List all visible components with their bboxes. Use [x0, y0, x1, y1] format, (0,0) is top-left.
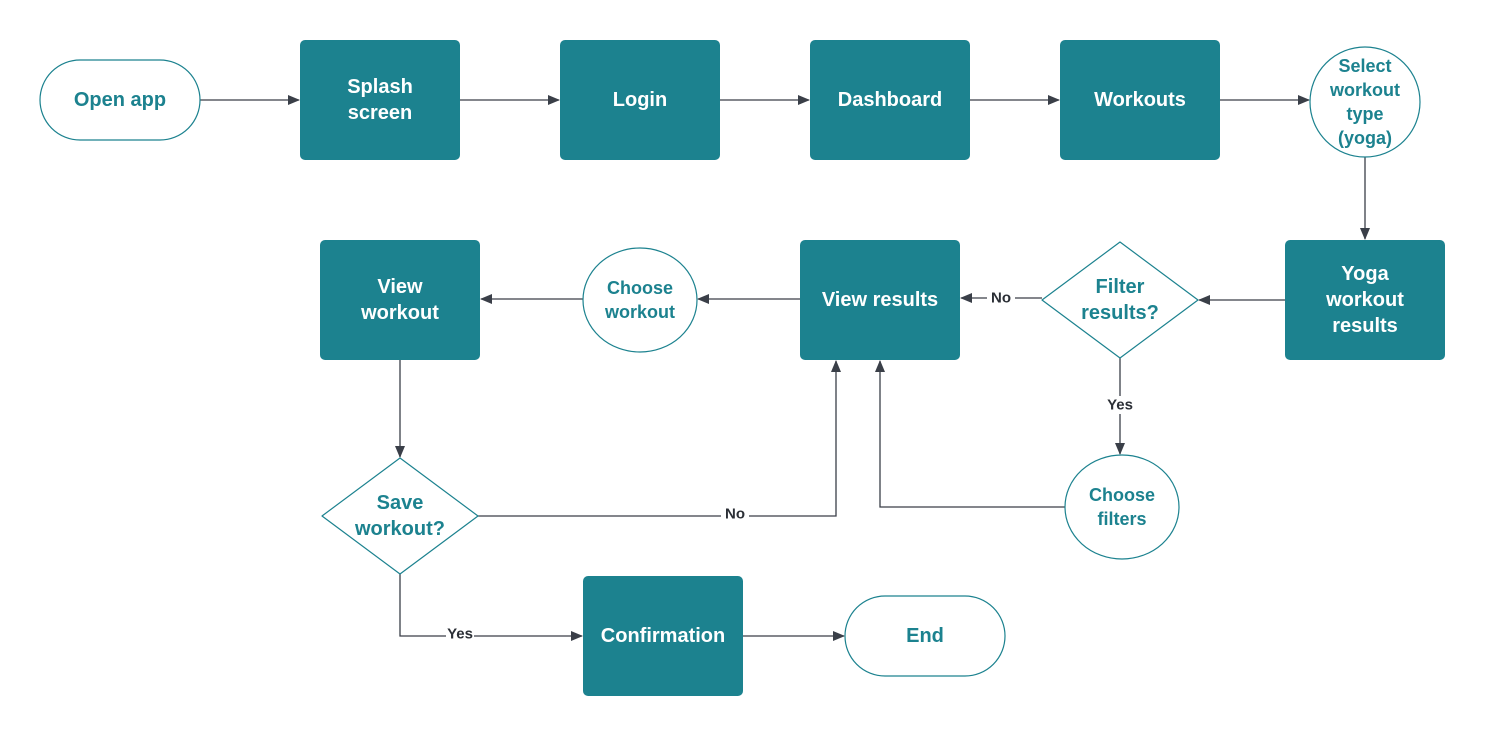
node-label: Login — [613, 89, 667, 111]
node-label: Choose — [607, 278, 673, 298]
connector-save-decision-to-view-results — [478, 360, 841, 517]
node-filter-decision[interactable]: Filter results? — [1041, 241, 1199, 359]
circle-shape — [1064, 454, 1180, 560]
decision-diamond — [1041, 241, 1199, 359]
node-open-app[interactable]: Open app — [39, 59, 201, 141]
node-label: Confirmation — [601, 625, 725, 647]
node-label: screen — [348, 102, 413, 124]
circle-shape — [582, 247, 698, 353]
process-box — [300, 40, 460, 160]
node-label: workout? — [354, 518, 445, 540]
node-label: workout — [360, 302, 439, 324]
node-save-decision[interactable]: Save workout? — [321, 457, 479, 575]
node-label: View results — [822, 289, 938, 311]
node-label: End — [906, 625, 944, 647]
node-label: results — [1332, 315, 1398, 337]
node-label: Splash — [347, 76, 413, 98]
node-label: filters — [1097, 509, 1146, 529]
node-label: workout — [1329, 80, 1400, 100]
node-label: Filter — [1096, 276, 1145, 298]
node-view-workout[interactable]: View workout — [320, 240, 480, 360]
edge-label-yes: Yes — [447, 626, 473, 643]
edge-label-no: No — [991, 290, 1011, 307]
edge-label-yes: Yes — [1107, 397, 1133, 414]
decision-diamond — [321, 457, 479, 575]
process-box — [320, 240, 480, 360]
node-end[interactable]: End — [844, 595, 1006, 677]
node-label: Select — [1338, 56, 1391, 76]
connector-save-decision-to-confirmation — [399, 574, 583, 641]
node-label: Dashboard — [838, 89, 942, 111]
node-label: Yoga — [1341, 263, 1389, 285]
node-label: Workouts — [1094, 89, 1186, 111]
node-yoga-results[interactable]: Yoga workout results — [1285, 240, 1445, 360]
node-label: workout — [1325, 289, 1404, 311]
node-label: Save — [377, 492, 424, 514]
node-splash[interactable]: Splash screen — [300, 40, 460, 160]
node-confirmation[interactable]: Confirmation — [583, 576, 743, 696]
node-label: View — [377, 276, 423, 298]
node-label: workout — [604, 302, 675, 322]
node-label: type — [1346, 104, 1383, 124]
node-workouts[interactable]: Workouts — [1060, 40, 1220, 160]
node-login[interactable]: Login — [560, 40, 720, 160]
node-select-type[interactable]: Select workout type (yoga) — [1309, 46, 1421, 158]
node-label: Choose — [1089, 485, 1155, 505]
connector-choose-filters-to-view-results — [875, 360, 1065, 508]
node-dashboard[interactable]: Dashboard — [810, 40, 970, 160]
edge-label-no: No — [725, 506, 745, 523]
node-label: (yoga) — [1338, 128, 1392, 148]
node-view-results[interactable]: View results — [800, 240, 960, 360]
node-choose-workout[interactable]: Choose workout — [582, 247, 698, 353]
node-choose-filters[interactable]: Choose filters — [1064, 454, 1180, 560]
node-label: Open app — [74, 89, 166, 111]
node-label: results? — [1081, 302, 1159, 324]
flowchart: Open app Splash screen Login Dashboard Workou… — [39, 40, 1445, 696]
